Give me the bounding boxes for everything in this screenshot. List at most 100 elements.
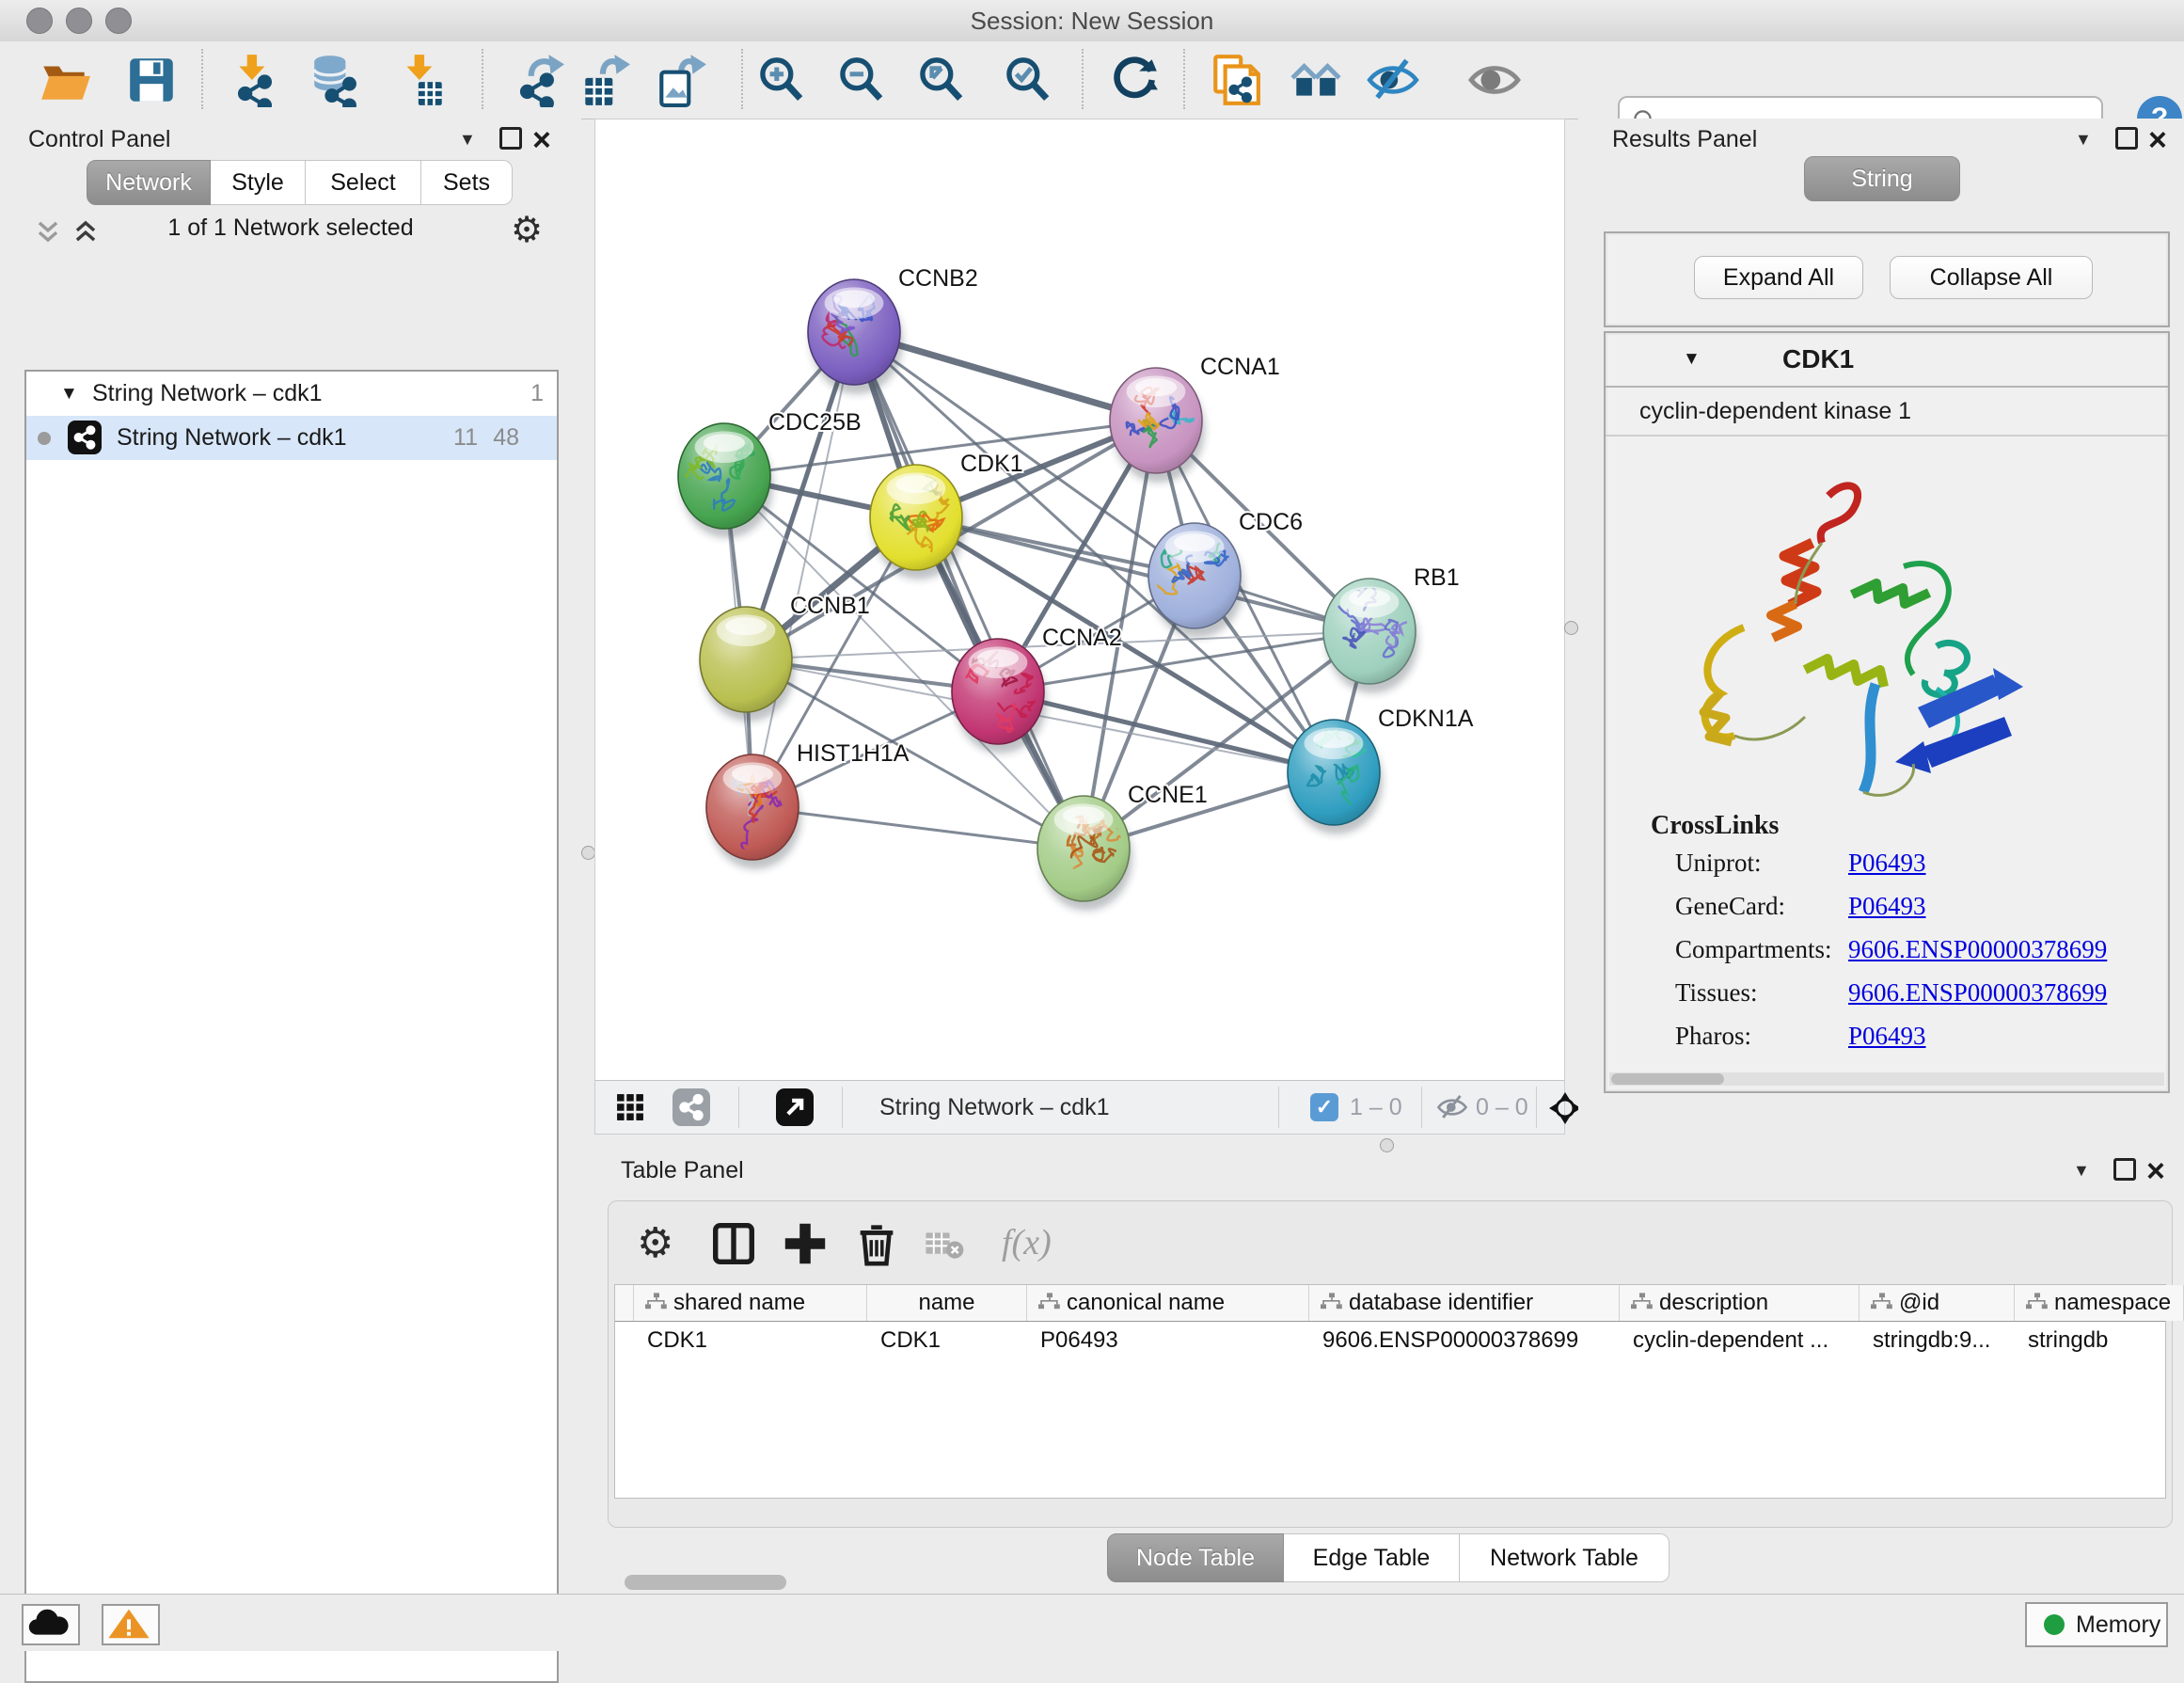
table-settings-icon[interactable]: ⚙ bbox=[637, 1218, 688, 1269]
column-header-sharedname[interactable]: shared name bbox=[634, 1285, 867, 1321]
network-canvas[interactable]: CCNB2 CCNA1 CDC25BCDK1 CDC6RB1 CCNB1 CCNA2 CDK… bbox=[594, 119, 1565, 1082]
network-node-ccnb2[interactable]: CCNB2 bbox=[808, 265, 978, 394]
crosslink-value[interactable]: P06493 bbox=[1848, 1022, 1926, 1051]
network-node-cdk1[interactable]: CDK1 bbox=[870, 451, 1023, 580]
network-row[interactable]: String Network – cdk1 11 48 bbox=[26, 416, 557, 460]
tab-style[interactable]: Style bbox=[211, 160, 306, 205]
save-session-icon[interactable] bbox=[124, 53, 179, 107]
network-collection-row[interactable]: ▼ String Network – cdk1 1 bbox=[26, 372, 557, 416]
results-panel-collapse-icon[interactable]: ▼ bbox=[2075, 130, 2092, 150]
control-panel-tabs: NetworkStyleSelectSets bbox=[87, 160, 513, 205]
crosslink-value[interactable]: 9606.ENSP00000378699 bbox=[1848, 978, 2107, 1008]
grid-view-icon[interactable] bbox=[616, 1093, 644, 1126]
split-columns-icon[interactable] bbox=[708, 1218, 759, 1269]
zoom-in-icon[interactable] bbox=[754, 53, 809, 107]
gene-section-header[interactable]: ▼ CDK1 bbox=[1606, 333, 2168, 388]
export-image-icon[interactable] bbox=[654, 53, 708, 107]
tab-select[interactable]: Select bbox=[306, 160, 421, 205]
network-node-cdc25b[interactable]: CDC25B bbox=[678, 409, 862, 538]
node-table[interactable]: shared namenamecanonical namedatabase id… bbox=[614, 1284, 2166, 1499]
function-builder-icon[interactable]: f(x) bbox=[1002, 1222, 1052, 1263]
delete-column-icon[interactable] bbox=[851, 1218, 902, 1269]
duplicate-network-icon[interactable] bbox=[1208, 53, 1262, 107]
birdseye-icon[interactable] bbox=[1289, 53, 1343, 107]
column-header-description[interactable]: description bbox=[1620, 1285, 1860, 1321]
table-cell[interactable]: P06493 bbox=[1027, 1322, 1321, 1359]
main-toolbar: ? bbox=[0, 41, 2184, 119]
results-hscrollbar[interactable] bbox=[1609, 1072, 2164, 1086]
import-database-icon[interactable] bbox=[309, 53, 363, 107]
network-node-cdc6[interactable]: CDC6 bbox=[1148, 509, 1303, 638]
table-hscrollbar[interactable] bbox=[625, 1575, 786, 1590]
add-column-icon[interactable] bbox=[780, 1218, 831, 1269]
control-panel: Control Panel ▼ × NetworkStyleSelectSets… bbox=[0, 119, 581, 1594]
zoom-selected-icon[interactable] bbox=[1001, 53, 1055, 107]
tab-network-table[interactable]: Network Table bbox=[1460, 1533, 1670, 1582]
column-header-id[interactable]: @id bbox=[1860, 1285, 2015, 1321]
delete-table-icon[interactable] bbox=[925, 1228, 975, 1278]
table-cell[interactable]: 9606.ENSP00000378699 bbox=[1309, 1322, 1632, 1359]
control-panel-float-icon[interactable] bbox=[499, 127, 522, 150]
network-node-cdkn1a[interactable]: CDKN1A bbox=[1288, 706, 1474, 834]
network-node-ccna2[interactable]: CCNA2 bbox=[952, 625, 1122, 754]
tab-string[interactable]: String bbox=[1804, 156, 1960, 201]
warning-icon[interactable] bbox=[102, 1604, 160, 1645]
left-splitter-handle[interactable] bbox=[581, 846, 595, 860]
open-session-icon[interactable] bbox=[38, 53, 92, 107]
table-panel-title: Table Panel bbox=[621, 1157, 744, 1184]
network-node-ccne1[interactable]: CCNE1 bbox=[1037, 782, 1208, 911]
control-panel-close-icon[interactable]: × bbox=[532, 131, 551, 150]
network-node-ccna1[interactable]: CCNA1 bbox=[1110, 354, 1280, 483]
results-panel-float-icon[interactable] bbox=[2115, 127, 2138, 150]
table-cell[interactable]: cyclin-dependent ... bbox=[1620, 1322, 1872, 1359]
selected-checkbox-icon[interactable]: ✓ bbox=[1310, 1093, 1338, 1121]
table-panel-collapse-icon[interactable]: ▼ bbox=[2073, 1161, 2090, 1181]
table-panel-float-icon[interactable] bbox=[2113, 1158, 2136, 1181]
collection-expand-icon[interactable]: ▼ bbox=[60, 372, 78, 416]
tab-node-table[interactable]: Node Table bbox=[1107, 1533, 1284, 1582]
import-network-icon[interactable] bbox=[228, 53, 282, 107]
crosslink-value[interactable]: P06493 bbox=[1848, 892, 1926, 921]
import-table-icon[interactable] bbox=[395, 53, 450, 107]
results-panel-close-icon[interactable]: × bbox=[2148, 131, 2167, 150]
column-header-namespace[interactable]: namespace bbox=[2015, 1285, 2184, 1321]
share-view-icon[interactable] bbox=[673, 1088, 710, 1126]
tab-sets[interactable]: Sets bbox=[421, 160, 513, 205]
export-network-icon[interactable] bbox=[512, 53, 566, 107]
tab-network[interactable]: Network bbox=[87, 160, 211, 205]
column-header-name[interactable]: name bbox=[867, 1285, 1027, 1321]
zoom-fit-icon[interactable] bbox=[914, 53, 969, 107]
show-graphics-icon[interactable] bbox=[1467, 53, 1522, 107]
right-splitter-handle[interactable] bbox=[1564, 621, 1578, 635]
gene-collapse-icon[interactable]: ▼ bbox=[1683, 333, 1701, 386]
control-panel-collapse-icon[interactable]: ▼ bbox=[459, 130, 476, 150]
table-cell[interactable]: CDK1 bbox=[634, 1322, 879, 1359]
tab-edge-table[interactable]: Edge Table bbox=[1284, 1533, 1460, 1582]
table-cell[interactable]: stringdb:9... bbox=[1860, 1322, 2027, 1359]
column-header-databaseidentifier[interactable]: database identifier bbox=[1309, 1285, 1620, 1321]
crosslink-value[interactable]: 9606.ENSP00000378699 bbox=[1848, 935, 2107, 964]
network-node-rb1[interactable]: RB1 bbox=[1323, 564, 1460, 693]
cloud-icon[interactable] bbox=[22, 1604, 80, 1645]
table-panel-close-icon[interactable]: × bbox=[2146, 1162, 2165, 1181]
expand-all-button[interactable]: Expand All bbox=[1694, 256, 1863, 299]
network-name: String Network – cdk1 bbox=[117, 416, 347, 460]
table-cell[interactable]: CDK1 bbox=[867, 1322, 1039, 1359]
table-cell[interactable]: stringdb bbox=[2015, 1322, 2184, 1359]
horizontal-splitter-handle[interactable] bbox=[1380, 1138, 1394, 1152]
refresh-icon[interactable] bbox=[1107, 53, 1162, 107]
zoom-out-icon[interactable] bbox=[834, 53, 889, 107]
hide-graphics-icon[interactable] bbox=[1366, 53, 1420, 107]
column-header-canonicalname[interactable]: canonical name bbox=[1027, 1285, 1309, 1321]
memory-button[interactable]: Memory bbox=[2025, 1602, 2168, 1647]
collapse-all-button[interactable]: Collapse All bbox=[1890, 256, 2093, 299]
crosslink-value[interactable]: P06493 bbox=[1848, 849, 1926, 878]
network-node-hist1h1a[interactable]: HIST1H1A bbox=[706, 740, 910, 869]
network-node-ccnb1[interactable]: CCNB1 bbox=[700, 593, 870, 722]
hidden-eye-icon[interactable] bbox=[1436, 1093, 1468, 1126]
title-bar: Session: New Session bbox=[0, 0, 2184, 42]
network-options-gear-icon[interactable]: ⚙ bbox=[511, 213, 543, 248]
results-panel: Results Panel ▼ × String Expand All Coll… bbox=[1578, 119, 2184, 1155]
export-table-icon[interactable] bbox=[578, 53, 632, 107]
external-link-icon[interactable] bbox=[776, 1088, 814, 1126]
